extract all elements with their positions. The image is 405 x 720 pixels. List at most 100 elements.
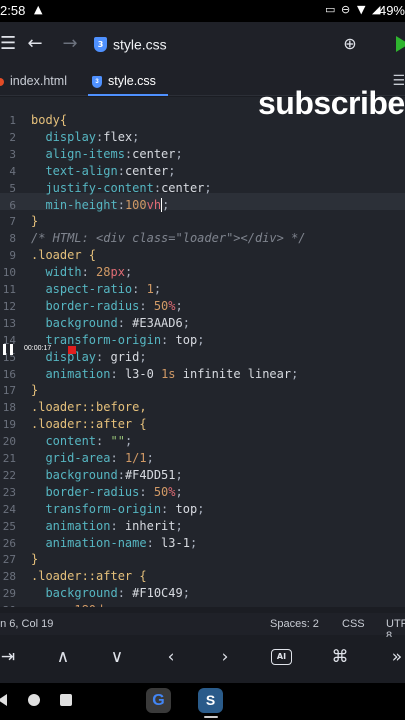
line-number: 2: [9, 130, 16, 144]
code-line[interactable]: background: #E3AAD6;: [31, 316, 190, 330]
code-line[interactable]: .loader::before,: [31, 400, 147, 414]
code-line[interactable]: }: [31, 383, 38, 397]
code-line[interactable]: .loader {: [31, 248, 96, 262]
code-token: ;: [162, 197, 170, 212]
code-line[interactable]: border-radius: 50%;: [31, 299, 182, 313]
code-line[interactable]: border-radius: 50%;: [31, 484, 182, 499]
code-token: inherit: [124, 518, 176, 533]
code-token: vh: [146, 197, 162, 212]
code-token: ;: [146, 451, 154, 465]
code-line[interactable]: body{: [31, 113, 67, 127]
code-token: :: [96, 434, 111, 449]
code-line[interactable]: justify-content:center;: [31, 180, 212, 195]
code-token: animation-name: [31, 535, 147, 550]
code-token: }: [31, 214, 39, 229]
line-number: 16: [2, 367, 16, 381]
code-token: ;: [132, 129, 140, 144]
code-token: 50: [153, 484, 169, 499]
code-token: :: [117, 467, 125, 482]
code-line[interactable]: align-items:center;: [31, 146, 182, 161]
editor-toolbar: ☰ ← → 3 style.css ⊕: [0, 22, 405, 66]
code-line[interactable]: animation: inherit;: [31, 518, 182, 533]
code-token: background: [31, 315, 118, 330]
line-number: 30: [0, 604, 16, 607]
code-token: :: [117, 197, 125, 212]
line-number: 12: [2, 299, 16, 313]
code-line[interactable]: transform-origin: top;: [31, 502, 204, 516]
code-line[interactable]: .loader::after {: [31, 569, 147, 583]
code-token: background: [31, 467, 118, 482]
code-token: ;: [175, 467, 183, 482]
language-mode[interactable]: CSS: [342, 618, 365, 630]
nav-back-icon[interactable]: [0, 694, 7, 706]
code-line[interactable]: aspect-ratio: 1;: [31, 282, 161, 296]
tab-style-css[interactable]: 3 style.css: [92, 66, 156, 96]
cursor-position[interactable]: Ln 6, Col 19: [0, 618, 53, 630]
code-line[interactable]: animation-name: l3-1;: [31, 536, 197, 550]
code-line[interactable]: background:#F4DD51;: [31, 467, 183, 482]
wifi-icon: ▼: [357, 3, 366, 16]
code-line[interactable]: }: [31, 552, 38, 566]
nav-home-icon[interactable]: [28, 694, 40, 706]
notification-icon: ▲: [34, 3, 43, 16]
indent-setting[interactable]: Spaces: 2: [270, 618, 319, 630]
code-token: /* HTML: <div class="loader"></div> */: [31, 231, 306, 246]
line-number: 13: [2, 316, 16, 330]
active-tab-indicator: [88, 94, 168, 96]
code-line[interactable]: display:flex;: [31, 130, 139, 144]
code-line[interactable]: background: #F10C49;: [31, 586, 190, 600]
code-line[interactable]: }: [31, 214, 38, 228]
code-line[interactable]: animation: l3-0 1s infinite linear;: [31, 367, 298, 381]
code-token: :: [110, 366, 125, 381]
recording-time: 00:00:17: [24, 345, 52, 352]
code-editor-app-icon[interactable]: S: [198, 688, 223, 713]
file-title[interactable]: 3 style.css: [94, 22, 167, 66]
code-token: ;: [204, 180, 212, 195]
css-file-icon: 3: [94, 37, 107, 52]
code-line[interactable]: .loader::after {: [31, 417, 147, 431]
dnd-icon: ⊖: [341, 3, 351, 16]
code-token: :: [117, 163, 125, 178]
code-line[interactable]: width: 28px;: [31, 265, 132, 279]
command-key-icon[interactable]: ⌘: [328, 647, 352, 667]
battery-level: 49%: [378, 3, 405, 18]
code-token: :: [153, 180, 162, 195]
code-token: infinite linear: [175, 366, 292, 381]
menu-icon[interactable]: ☰: [0, 22, 16, 66]
code-line[interactable]: content: "";: [31, 434, 132, 448]
stop-record-icon[interactable]: [68, 346, 76, 354]
code-token: l3-1: [161, 535, 190, 550]
forward-arrow-icon[interactable]: →: [61, 22, 79, 66]
code-token: ;: [182, 315, 190, 330]
google-app-icon[interactable]: G: [146, 688, 171, 713]
code-line[interactable]: grid-area: 1/1;: [31, 451, 154, 465]
nav-recents-icon[interactable]: [60, 694, 72, 706]
code-line[interactable]: --s:180deg;: [31, 603, 125, 607]
code-line[interactable]: min-height:100vh;: [31, 197, 170, 212]
pause-icon[interactable]: [3, 344, 13, 355]
code-token: 180deg: [74, 603, 117, 607]
code-token: grid: [110, 349, 140, 364]
left-arrow-key-icon[interactable]: ‹: [159, 647, 183, 667]
search-icon[interactable]: ⊕: [340, 22, 360, 66]
ai-assist-button[interactable]: AI: [271, 649, 292, 665]
code-token: 28: [96, 265, 111, 280]
run-play-icon[interactable]: [396, 36, 405, 52]
right-arrow-key-icon[interactable]: ›: [213, 647, 237, 667]
tab-index-html[interactable]: index.html: [0, 66, 67, 96]
down-arrow-key-icon[interactable]: ∨: [105, 647, 129, 667]
code-line[interactable]: /* HTML: <div class="loader"></div> */: [31, 231, 306, 245]
code-token: animation: [31, 366, 111, 381]
system-nav-bar: G S: [0, 683, 405, 720]
line-number: 11: [2, 283, 16, 296]
code-token: align-items: [31, 146, 125, 161]
status-bar: 2:58 ▲ ▭ ⊖ ▼ ◢ 49%: [0, 0, 405, 22]
more-keys-icon[interactable]: »: [385, 647, 405, 667]
line-number: 18: [2, 401, 16, 415]
code-line[interactable]: text-align:center;: [31, 163, 175, 178]
back-arrow-icon[interactable]: ←: [26, 22, 44, 66]
line-number: 9: [9, 249, 16, 263]
tab-key-icon[interactable]: ⇥: [0, 647, 20, 667]
up-arrow-key-icon[interactable]: ∧: [51, 647, 75, 667]
code-token: l3-0: [124, 366, 162, 381]
